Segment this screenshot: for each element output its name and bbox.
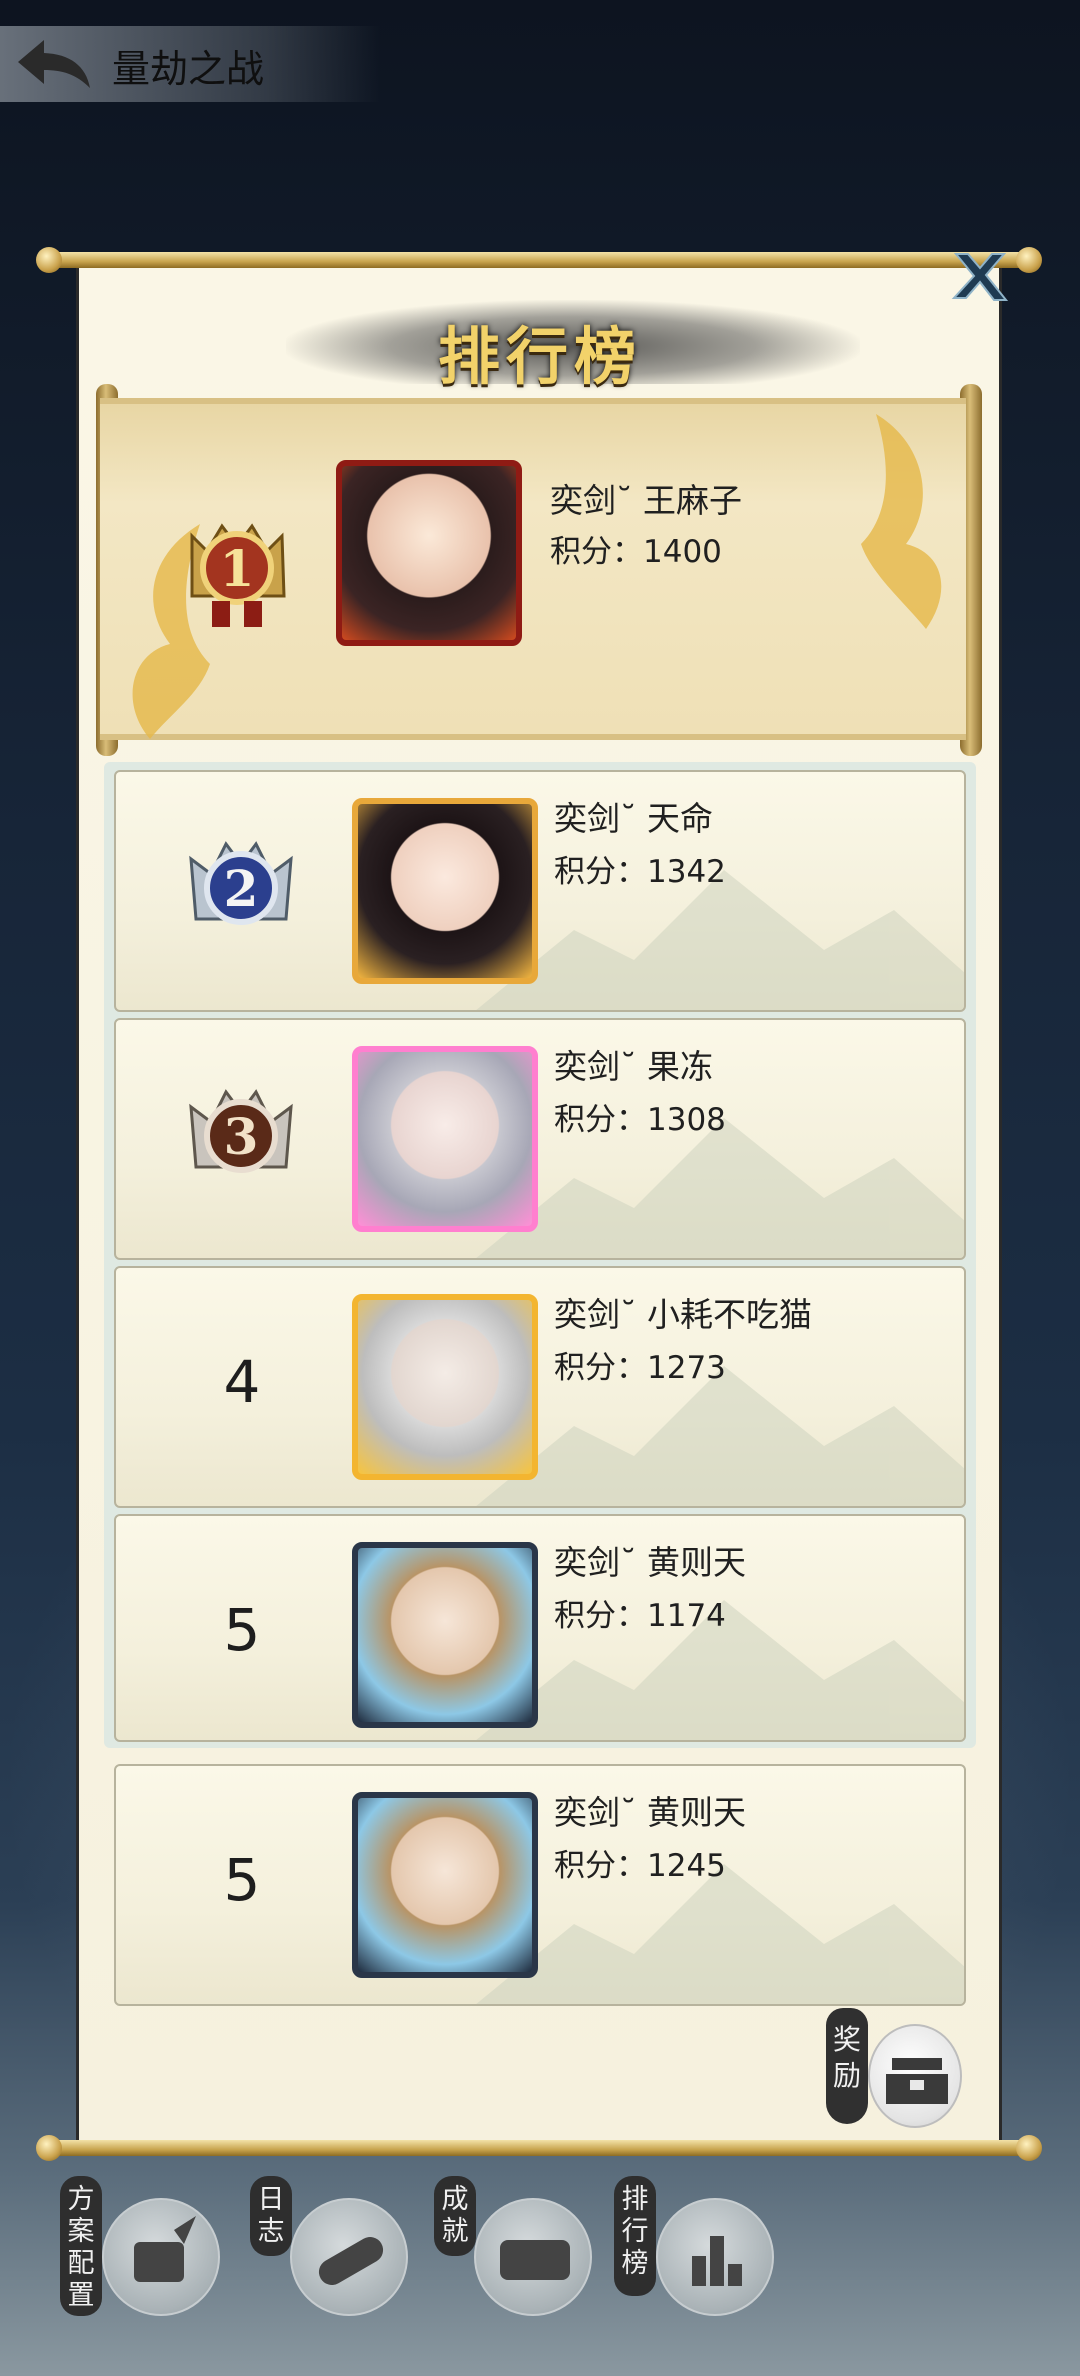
player-score: 积分：1174 <box>554 1598 726 1634</box>
player-score: 积分：1308 <box>554 1102 726 1138</box>
player-name: 奕剑˘ 黄则天 <box>554 1793 746 1832</box>
player-score: 积分：1245 <box>554 1848 726 1884</box>
scroll-rod-top <box>40 252 1038 268</box>
rank-row-5: 5 奕剑˘ 黄则天 积分：1174 <box>114 1514 966 1742</box>
player-score: 积分：1400 <box>550 534 722 570</box>
player-avatar[interactable] <box>352 798 538 984</box>
player-avatar[interactable] <box>352 1542 538 1728</box>
player-score: 积分：1342 <box>554 854 726 890</box>
nav-icon-circle <box>102 2198 220 2316</box>
player-avatar[interactable] <box>352 1792 538 1978</box>
back-button[interactable] <box>14 36 94 92</box>
player-avatar[interactable] <box>352 1294 538 1480</box>
player-score: 积分：1273 <box>554 1350 726 1386</box>
bronze-rank-badge: 3 <box>189 1089 293 1173</box>
nav-icon-circle <box>474 2198 592 2316</box>
nav-label: 排行榜 <box>614 2176 656 2296</box>
player-name: 奕剑˘ 天命 <box>554 799 713 838</box>
bar-chart-icon <box>692 2236 742 2286</box>
rank-number: 3 <box>224 1107 259 1166</box>
gold-rank-badge: 1 <box>190 523 286 627</box>
page-title: 量劫之战 <box>112 47 265 91</box>
nav-icon-circle <box>656 2198 774 2316</box>
player-name: 奕剑˘ 果冻 <box>554 1047 713 1086</box>
rank-number: 2 <box>224 859 259 918</box>
scroll-quill-icon <box>134 2216 196 2282</box>
treasure-chest-icon <box>886 2058 948 2104</box>
arrow-left-icon <box>18 40 90 88</box>
rod-knob <box>36 2135 62 2161</box>
nav-leaderboard[interactable]: 排行榜 <box>614 2176 784 2326</box>
silver-rank-badge: 2 <box>189 841 293 925</box>
rank-row-3: 3 奕剑˘ 果冻 积分：1308 <box>114 1018 966 1260</box>
rank-row-2: 2 奕剑˘ 天命 积分：1342 <box>114 770 966 1012</box>
nav-label: 成就 <box>434 2176 476 2256</box>
player-avatar[interactable] <box>352 1046 538 1232</box>
nav-achievement[interactable]: 成就 <box>434 2176 604 2326</box>
panel-title: 排行榜 <box>437 320 642 393</box>
my-rank-row: 5 奕剑˘ 黄则天 积分：1245 <box>114 1764 966 2006</box>
rank-number: 4 <box>223 1348 261 1416</box>
player-name: 奕剑˘ 王麻子 <box>550 481 742 520</box>
rank-number: 5 <box>223 1596 261 1664</box>
player-name: 奕剑˘ 黄则天 <box>554 1543 746 1582</box>
player-avatar[interactable] <box>336 460 522 646</box>
close-button[interactable] <box>948 248 1010 304</box>
scroll-roll-icon <box>318 2237 384 2285</box>
nav-label: 方案配置 <box>60 2176 102 2316</box>
rank-number: 5 <box>223 1846 261 1914</box>
open-scroll-icon <box>500 2240 570 2280</box>
player-name: 奕剑˘ 小耗不吃猫 <box>554 1295 812 1334</box>
rod-knob <box>36 247 62 273</box>
close-x-icon <box>951 253 1009 301</box>
reward-button[interactable] <box>868 2024 962 2128</box>
rod-knob <box>1016 247 1042 273</box>
rank-row-1: 1 奕剑˘ 王麻子 积分：1400 <box>100 398 966 740</box>
nav-label: 日志 <box>250 2176 292 2256</box>
rank-row-4: 4 奕剑˘ 小耗不吃猫 积分：1273 <box>114 1266 966 1508</box>
scroll-rod-bottom <box>40 2140 1038 2156</box>
reward-label: 奖励 <box>826 2008 868 2124</box>
phoenix-ornament-icon <box>861 414 942 629</box>
nav-log[interactable]: 日志 <box>250 2176 420 2326</box>
rank-number: 1 <box>220 539 255 598</box>
nav-plan-config[interactable]: 方案配置 <box>60 2176 230 2326</box>
rod-knob <box>1016 2135 1042 2161</box>
nav-icon-circle <box>290 2198 408 2316</box>
